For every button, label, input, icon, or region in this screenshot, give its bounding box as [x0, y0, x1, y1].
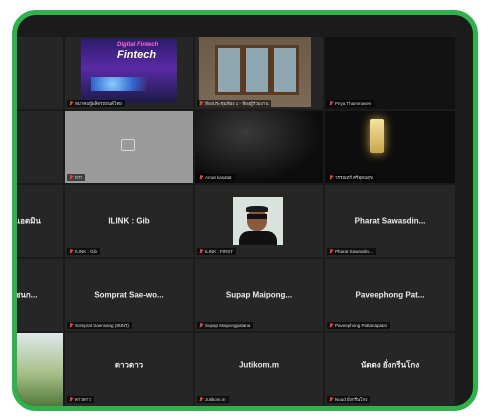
participant-video [233, 197, 283, 245]
participant-label: Pharat Sawasdin... [327, 248, 376, 255]
participant-tile[interactable]: DTI [65, 111, 193, 183]
mic-muted-icon [199, 249, 203, 254]
avatar-placeholder-icon [121, 139, 135, 151]
participant-tile[interactable]: Arnat kasatat [195, 111, 323, 183]
participant-label: Somprat Saensang (สมพร) [67, 322, 132, 329]
participant-name: Priya Thammasen [335, 101, 372, 106]
participant-tile[interactable]: Paveephong Pat... Paveephong Pattanapata… [325, 259, 455, 331]
mic-muted-icon [69, 323, 73, 328]
participant-label: DTI [67, 174, 86, 181]
participant-label: ILINK : FIRST [197, 248, 237, 255]
participant-tile[interactable]: Pharat Sawasdin... Pharat Sawasdin... [325, 185, 455, 257]
mic-muted-icon [199, 323, 203, 328]
participant-label: ดาวดาว [67, 396, 94, 403]
participant-name: Arnat kasatat [205, 175, 232, 180]
poster-title: Digital Fintech [117, 42, 159, 48]
participant-tile[interactable]: ILINK : FIRST [195, 185, 323, 257]
window-pane [215, 45, 243, 95]
participant-display-name: Somprat Sae-wo... [94, 290, 164, 300]
window-pane [271, 45, 299, 95]
participant-name: Noud ยั่งกรีนโกง [335, 397, 368, 402]
video-room-window [199, 37, 311, 107]
mic-muted-icon [69, 101, 73, 106]
participant-label: Paveephong Pattanapatai [327, 322, 390, 329]
participant-display-name: Jutikom.m [238, 360, 279, 370]
participant-name: สมาคมผู้ผลิตรถยนต์ไทย [75, 101, 122, 106]
participant-name: ดาวดาว [75, 397, 91, 402]
participant-display-name: ILINK : Gib [108, 216, 150, 226]
participant-tile[interactable]: Supap Maipong... Supap Maipongpatana [195, 259, 323, 331]
participant-label: Jutikom.m [197, 396, 229, 403]
mic-muted-icon [329, 323, 333, 328]
mic-muted-icon [199, 101, 203, 106]
mic-muted-icon [69, 249, 73, 254]
participant-tile[interactable]: Jutikom.m Jutikom.m [195, 333, 323, 406]
participant-label: ILINK : Gib [67, 248, 101, 255]
participant-name: ILINK : Gib [75, 249, 98, 254]
mic-muted-icon [199, 397, 203, 402]
participant-label: ห้องประชุมห้อง 1 - ห้องผู้ร่วมงาน [197, 100, 272, 107]
participant-display-name: Pharat Sawasdin... [354, 216, 426, 226]
participant-tile[interactable]: Somprat Sae-wo... Somprat Saensang (สมพร… [65, 259, 193, 331]
mic-muted-icon [69, 397, 73, 402]
person-hair [246, 206, 268, 212]
participant-tile[interactable] [17, 37, 63, 109]
participant-tile[interactable]: ห้องประชุมห้อง 1 - ห้องผู้ร่วมงาน [195, 37, 323, 109]
person-face [247, 209, 267, 231]
participant-tile[interactable] [17, 333, 63, 406]
participant-display-name: Paveephong Pat... [355, 290, 425, 300]
mic-muted-icon [69, 175, 73, 180]
mic-muted-icon [329, 101, 333, 106]
person-body [239, 231, 277, 245]
participant-name: Jutikom.m [205, 397, 226, 402]
participant-grid: Digital Fintech Fintech สมาคมผู้ผลิตรถยน… [17, 15, 473, 406]
participant-label: วรรณทร์ ศรีอุดมสุข [327, 174, 376, 181]
participant-name: Supap Maipongpatana [205, 323, 251, 328]
participant-label: Arnat kasatat [197, 174, 235, 181]
lamp-light [370, 119, 384, 153]
participant-tile[interactable]: แอดมิน [17, 185, 63, 257]
participant-tile[interactable]: ILINK : Gib ILINK : Gib [65, 185, 193, 257]
mic-muted-icon [199, 175, 203, 180]
participant-name: Pharat Sawasdin... [335, 249, 373, 254]
participant-name: Paveephong Pattanapatai [335, 323, 387, 328]
participant-display-name: ชนก... [17, 290, 38, 300]
participant-display-name: แอดมิน [17, 216, 41, 226]
participant-name: DTI [75, 175, 83, 180]
camera-off-placeholder [65, 111, 193, 183]
poster-graphic [91, 77, 163, 91]
participant-label: Priya Thammasen [327, 100, 375, 107]
participant-display-name: นัดดง ยั่งกรีนโกง [360, 360, 420, 370]
participant-tile[interactable]: วรรณทร์ ศรีอุดมสุข [325, 111, 455, 183]
mic-muted-icon [329, 397, 333, 402]
video-dark-room [195, 111, 323, 183]
participant-name: ILINK : FIRST [205, 249, 234, 254]
participant-tile[interactable]: Priya Thammasen [325, 37, 455, 109]
participant-name: ห้องประชุมห้อง 1 - ห้องผู้ร่วมงาน [205, 101, 269, 106]
mic-muted-icon [329, 249, 333, 254]
participant-tile[interactable] [17, 111, 63, 183]
participant-label: Noud ยั่งกรีนโกง [327, 396, 371, 403]
participant-tile[interactable]: ดาวดาว ดาวดาว [65, 333, 193, 406]
participant-tile[interactable]: ชนก... [17, 259, 63, 331]
participant-tile[interactable]: Digital Fintech Fintech สมาคมผู้ผลิตรถยน… [65, 37, 193, 109]
video-lamp [325, 111, 455, 183]
participant-display-name: ดาวดาว [114, 360, 144, 370]
shared-poster-image: Digital Fintech Fintech [81, 39, 177, 103]
video-outdoor-scene [17, 333, 63, 406]
participant-label: สมาคมผู้ผลิตรถยนต์ไทย [67, 100, 125, 107]
sunglasses [247, 214, 267, 219]
participant-display-name: Supap Maipong... [225, 290, 293, 300]
mic-muted-icon [329, 175, 333, 180]
window-pane [243, 45, 271, 95]
video-grid-frame: Digital Fintech Fintech สมาคมผู้ผลิตรถยน… [12, 10, 478, 411]
participant-name: Somprat Saensang (สมพร) [75, 323, 129, 328]
participant-name: วรรณทร์ ศรีอุดมสุข [335, 175, 373, 180]
participant-label: Supap Maipongpatana [197, 322, 254, 329]
poster-subtitle: Fintech [117, 49, 157, 61]
participant-tile[interactable]: นัดดง ยั่งกรีนโกง Noud ยั่งกรีนโกง [325, 333, 455, 406]
